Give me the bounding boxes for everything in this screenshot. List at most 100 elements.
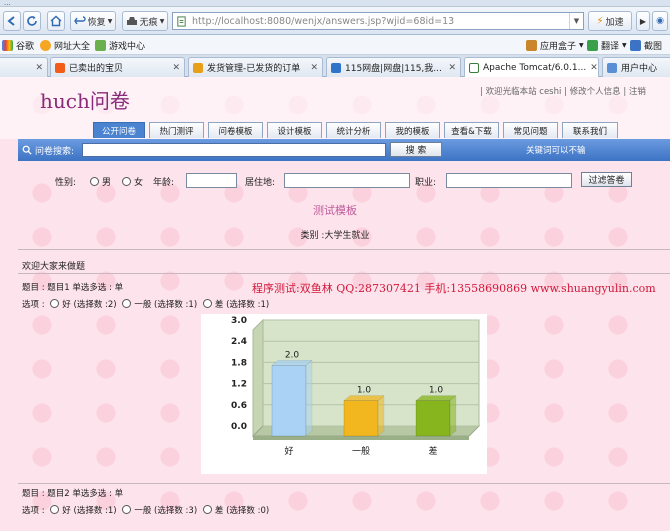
tab-strip: ✕ 已卖出的宝贝 ✕ 发货管理-已发货的订单 ✕ 115网盘|网盘|115,我.… — [0, 55, 670, 78]
q2-option-average-radio[interactable] — [122, 505, 132, 514]
q2-option-good: 好 — [62, 506, 71, 516]
bookmark-url-directory[interactable]: 网址大全 — [40, 38, 90, 52]
nav-public-survey[interactable]: 公开问卷 — [93, 122, 145, 138]
nav-design-template[interactable]: 设计模板 — [267, 122, 322, 138]
answer-filters: 性别: 男 女 年龄: 居住地: 职业: 过滤答卷 — [0, 172, 670, 190]
bar-value-label: 1.0 — [429, 386, 444, 396]
tab-sold-items[interactable]: 已卖出的宝贝 ✕ — [50, 57, 185, 77]
search-engine-button[interactable]: ◉ — [652, 11, 668, 31]
address-bar[interactable]: http://localhost:8080/wenjx/answers.jsp?… — [172, 12, 584, 30]
divider — [18, 273, 670, 274]
nav-statistics[interactable]: 统计分析 — [326, 122, 381, 138]
nav-contact[interactable]: 联系我们 — [562, 122, 618, 138]
q2-option-average: 一般 — [134, 506, 152, 516]
survey-search-bar: 问卷搜索: 搜 索 关键词可以不输 — [18, 139, 670, 161]
job-input[interactable] — [446, 173, 572, 188]
chevron-down-icon: ▼ — [622, 41, 627, 49]
tab-115-drive[interactable]: 115网盘|网盘|115,我... ✕ — [326, 57, 461, 77]
gender-female-option[interactable]: 女 — [119, 175, 143, 188]
bookmark-label: 谷歌 — [16, 41, 35, 52]
close-icon[interactable]: ✕ — [310, 63, 318, 73]
y-tick-label: 1.2 — [231, 380, 247, 390]
incognito-icon — [126, 17, 137, 25]
home-button[interactable] — [47, 11, 65, 31]
shop-icon — [193, 62, 203, 73]
chevron-down-icon: ▼ — [159, 17, 165, 25]
nav-survey-template[interactable]: 问卷模板 — [208, 122, 263, 138]
bar-side-1 — [377, 395, 385, 437]
bar-value-label: 2.0 — [285, 350, 300, 360]
bar-1 — [343, 400, 379, 437]
gender-label: 性别: — [55, 178, 77, 188]
restore-button[interactable]: 恢复 ▼ — [70, 11, 116, 31]
search-button[interactable]: 搜 索 — [390, 142, 442, 157]
nav-faq[interactable]: 常见问题 — [503, 122, 558, 138]
male-label: 男 — [102, 178, 112, 188]
back-button[interactable] — [3, 11, 21, 31]
bookmark-google[interactable]: 谷歌 — [2, 38, 34, 52]
nav-view-download[interactable]: 查看&下载 — [444, 122, 499, 138]
address-dropdown-icon[interactable]: ▼ — [569, 13, 583, 29]
age-input[interactable] — [186, 173, 237, 188]
chart-floor-edge — [253, 436, 469, 440]
google-icon — [2, 39, 13, 51]
tab-tomcat[interactable]: Apache Tomcat/6.0.1... ✕ — [464, 57, 599, 78]
bookmark-translate[interactable]: 翻译 ▼ — [587, 38, 627, 52]
close-icon[interactable]: ✕ — [590, 63, 598, 73]
bookmark-label: 截图 — [644, 41, 663, 52]
q1-option-average-radio[interactable] — [122, 299, 132, 308]
tab-shipping[interactable]: 发货管理-已发货的订单 ✕ — [188, 57, 323, 77]
y-tick-label: 0.0 — [231, 422, 247, 432]
q2-option-poor-count: (选择数 :0) — [226, 506, 270, 516]
search-label-wrap: 问卷搜索: — [22, 144, 74, 157]
bar-top-0 — [271, 360, 313, 366]
author-watermark: 程序测试:双鱼林 QQ:287307421 手机:13558690869 www… — [252, 282, 656, 295]
q2-option-poor: 差 — [214, 506, 224, 516]
bookmark-app-box[interactable]: 应用盒子 ▼ — [526, 38, 584, 52]
back-arrow-icon — [7, 16, 15, 26]
q2-option-good-radio[interactable] — [50, 505, 60, 514]
close-icon[interactable]: ✕ — [448, 63, 456, 73]
nav-my-templates[interactable]: 我的模板 — [385, 122, 440, 138]
close-icon[interactable]: ✕ — [35, 63, 43, 73]
q2-option-poor-radio[interactable] — [202, 505, 212, 514]
bar-side-2 — [449, 395, 457, 437]
tab-title: 115网盘|网盘|115,我... — [345, 64, 442, 74]
refresh-button[interactable] — [23, 11, 41, 31]
radio-female[interactable] — [122, 177, 131, 186]
residence-input[interactable] — [284, 173, 410, 188]
window-title-strip: ... — [0, 0, 670, 7]
bookmark-game-center[interactable]: 游戏中心 — [95, 38, 145, 52]
chart-side-wall — [252, 318, 264, 438]
q1-option-good-radio[interactable] — [50, 299, 60, 308]
site-logo[interactable]: huch问卷 — [40, 85, 130, 114]
q1-option-poor-radio[interactable] — [202, 299, 212, 308]
q1-option-good-count: (选择数 :2) — [73, 300, 117, 310]
user-links[interactable]: | 欢迎光临本站 ceshi | 修改个人信息 | 注销 — [480, 85, 646, 97]
search-hint: 关键词可以不输 — [526, 146, 586, 156]
go-button[interactable]: ▶ — [636, 11, 650, 31]
close-icon[interactable]: ✕ — [172, 63, 180, 73]
user-icon — [607, 62, 617, 73]
accelerate-button[interactable]: ⚡ 加速 — [588, 11, 632, 31]
question-1-title: 题目 : 题目1 单选多选 : 单 — [22, 283, 124, 293]
nav-hot-evaluation[interactable]: 热门测评 — [149, 122, 204, 138]
residence-label: 居住地: — [245, 178, 276, 188]
tab-user-center[interactable]: 用户中心 — [602, 57, 670, 77]
tab-title: 发货管理-已发货的订单 — [207, 64, 301, 74]
filter-answers-button[interactable]: 过滤答卷 — [581, 172, 632, 187]
page-content: huch问卷 | 欢迎光临本站 ceshi | 修改个人信息 | 注销 公开问卷… — [0, 77, 670, 531]
tab-partial[interactable]: ✕ — [0, 57, 48, 77]
radio-male[interactable] — [90, 177, 99, 186]
address-url[interactable]: http://localhost:8080/wenjx/answers.jsp?… — [192, 16, 454, 27]
gender-male-option[interactable]: 男 — [87, 175, 111, 188]
bookmark-screenshot[interactable]: 截图 — [630, 38, 662, 52]
bar-chart: 0.0 0.6 1.2 1.8 2.4 3.0 2.0 好 1.0 一般 1.0 差 — [231, 316, 481, 457]
home-icon — [50, 15, 62, 27]
bar-top-2 — [415, 395, 457, 401]
q1-option-poor-count: (选择数 :1) — [226, 300, 270, 310]
chevron-down-icon: ▼ — [579, 41, 584, 49]
question-2-options: 选项 : 好 (选择数 :1) 一般 (选择数 :3) 差 (选择数 :0) — [22, 504, 269, 516]
survey-search-input[interactable] — [82, 143, 386, 157]
incognito-button[interactable]: 无痕 ▼ — [122, 11, 168, 31]
